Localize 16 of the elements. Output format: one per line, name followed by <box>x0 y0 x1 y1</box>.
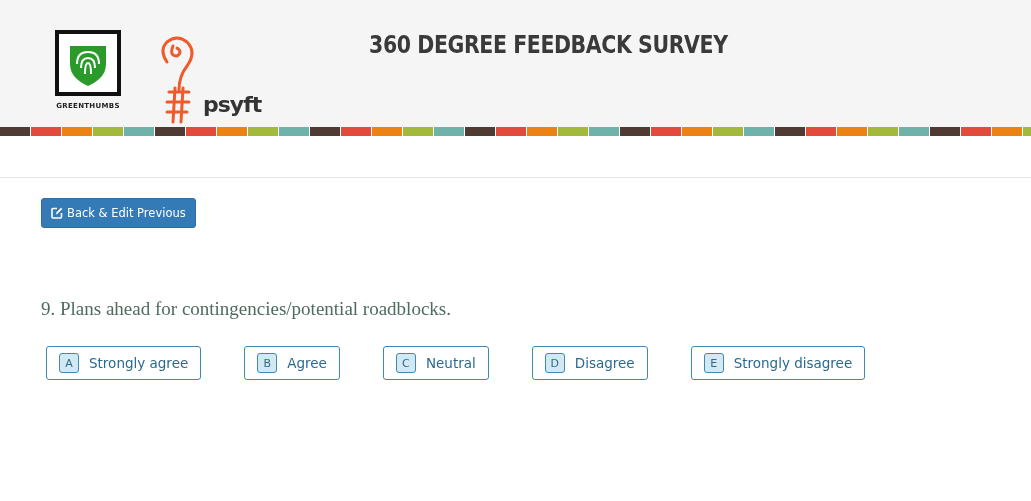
answer-option[interactable]: C Neutral <box>382 346 489 380</box>
survey-title: 360 DEGREE FEEDBACK SURVEY <box>368 30 729 59</box>
option-key: D <box>544 353 565 373</box>
answer-option[interactable]: A Strongly agree <box>46 346 202 380</box>
question-text: 9. Plans ahead for contingencies/potential roadblocks. <box>41 298 452 320</box>
answer-option[interactable]: B Agree <box>244 346 340 380</box>
option-key: E <box>703 353 724 373</box>
option-key: A <box>59 353 79 373</box>
back-edit-button[interactable]: Back & Edit Previous <box>41 198 196 228</box>
fingerprint-logo-icon <box>55 30 121 96</box>
option-key: B <box>257 353 278 373</box>
logo-text: psyft <box>203 92 262 117</box>
answer-option[interactable]: D Disagree <box>531 346 648 380</box>
answer-option[interactable]: E Strongly disagree <box>690 346 866 380</box>
option-key: C <box>395 353 416 373</box>
edit-icon <box>51 207 63 219</box>
